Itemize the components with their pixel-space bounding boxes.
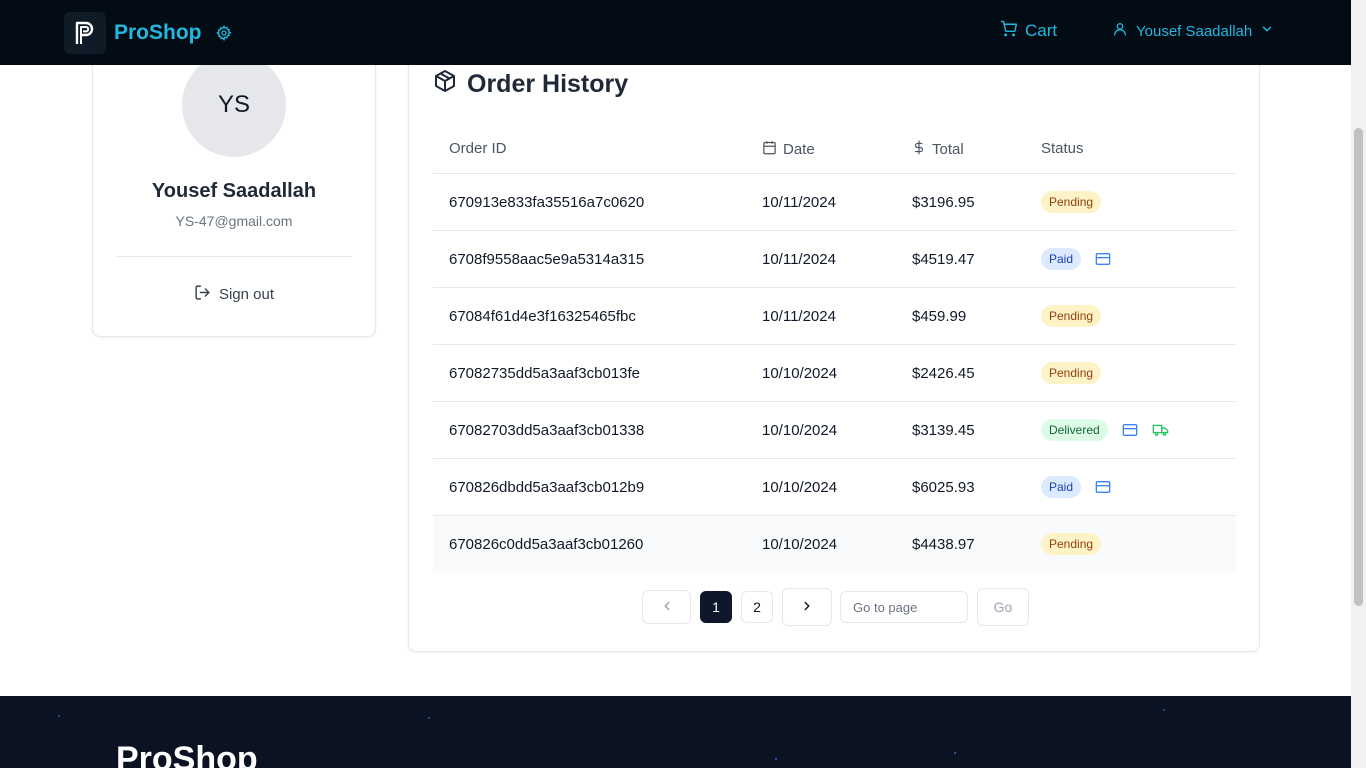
order-history-card: Order History Order ID Date Total Status…	[408, 40, 1260, 652]
order-total-cell: $3139.45	[912, 422, 975, 439]
truck-icon	[1152, 423, 1169, 437]
order-date-cell: 10/10/2024	[762, 365, 838, 382]
column-header-status: Status	[1041, 140, 1084, 157]
order-date-cell: 10/10/2024	[762, 536, 838, 553]
brand-name: ProShop	[114, 21, 202, 44]
profile-divider	[116, 256, 352, 257]
chevron-down-icon	[1260, 22, 1274, 40]
table-row[interactable]: 6708f9558aac5e9a5314a315 10/11/2024 $4519.…	[433, 231, 1236, 288]
order-id-cell[interactable]: 670826c0dd5a3aaf3cb01260	[449, 536, 643, 553]
status-badge: Paid	[1041, 476, 1082, 498]
order-status-cell: Pending	[1041, 533, 1102, 555]
footer-star-decoration	[954, 752, 956, 754]
page-scrollbar[interactable]	[1351, 0, 1366, 768]
footer-star-decoration	[428, 717, 430, 719]
order-id-cell[interactable]: 670826dbdd5a3aaf3cb012b9	[449, 479, 644, 496]
user-menu-dropdown[interactable]: Yousef Saadallah	[1112, 21, 1274, 41]
order-date-cell: 10/11/2024	[762, 194, 836, 211]
order-total-cell: $2426.45	[912, 365, 975, 382]
table-header-row: Order ID Date Total Status	[433, 121, 1236, 174]
shopping-cart-icon	[1000, 20, 1017, 42]
order-status-cell: Delivered	[1041, 419, 1169, 441]
table-row[interactable]: 670913e833fa35516a7c0620 10/11/2024 $3196.…	[433, 174, 1236, 231]
status-badge: Pending	[1041, 533, 1102, 555]
sign-out-button[interactable]: Sign out	[93, 284, 375, 305]
footer-star-decoration	[1163, 709, 1165, 711]
order-total-cell: $459.99	[912, 308, 967, 325]
footer-star-decoration	[58, 715, 60, 717]
order-status-cell: Paid	[1041, 248, 1111, 270]
page-title: Order History	[467, 70, 629, 98]
order-status-cell: Pending	[1041, 191, 1102, 213]
table-row[interactable]: 670826dbdd5a3aaf3cb012b9 10/10/2024 $6025.…	[433, 459, 1236, 516]
order-date-cell: 10/10/2024	[762, 479, 838, 496]
go-button[interactable]: Go	[977, 588, 1029, 626]
top-navbar: ProShop Cart Yousef Saadallah	[0, 0, 1351, 65]
package-icon	[433, 69, 457, 100]
orders-table: Order ID Date Total Status 670913e833fa3…	[433, 121, 1236, 573]
column-header-order-id: Order ID	[449, 140, 507, 157]
log-out-icon	[194, 284, 211, 305]
order-id-cell[interactable]: 67082703dd5a3aaf3cb01338	[449, 422, 644, 439]
status-badge: Delivered	[1041, 419, 1108, 441]
user-icon	[1112, 21, 1128, 41]
scrollbar-thumb[interactable]	[1354, 128, 1363, 606]
sign-out-label: Sign out	[218, 286, 275, 303]
footer-star-decoration	[775, 758, 777, 760]
dollar-sign-icon	[912, 140, 926, 159]
page-button-1[interactable]: 1	[700, 591, 732, 623]
order-total-cell: $6025.93	[912, 479, 975, 496]
order-date-cell: 10/11/2024	[762, 308, 836, 325]
order-id-cell[interactable]: 6708f9558aac5e9a5314a315	[449, 251, 644, 268]
cart-label: Cart	[1025, 21, 1058, 40]
page-button-2[interactable]: 2	[741, 591, 773, 623]
status-badge: Paid	[1041, 248, 1082, 270]
next-page-button[interactable]	[782, 588, 832, 626]
status-badge: Pending	[1041, 305, 1102, 327]
profile-name: Yousef Saadallah	[151, 180, 317, 202]
order-total-cell: $4438.97	[912, 536, 975, 553]
status-badge: Pending	[1041, 362, 1102, 384]
order-status-cell: Pending	[1041, 362, 1102, 384]
order-status-cell: Pending	[1041, 305, 1102, 327]
table-row[interactable]: 67082735dd5a3aaf3cb013fe 10/10/2024 $2426.…	[433, 345, 1236, 402]
order-history-heading: Order History	[433, 69, 628, 100]
chevron-left-icon	[660, 599, 674, 616]
order-date-cell: 10/10/2024	[762, 422, 838, 439]
order-id-cell[interactable]: 67082735dd5a3aaf3cb013fe	[449, 365, 640, 382]
brand-logo-icon	[64, 12, 106, 54]
cart-link[interactable]: Cart	[1000, 20, 1057, 42]
status-badge: Pending	[1041, 191, 1102, 213]
user-name-label: Yousef Saadallah	[1136, 22, 1253, 40]
footer-brand: ProShop	[116, 740, 258, 768]
table-row[interactable]: 67082703dd5a3aaf3cb01338 10/10/2024 $3139.…	[433, 402, 1236, 459]
order-id-cell[interactable]: 67084f61d4e3f16325465fbc	[449, 308, 636, 325]
credit-card-icon	[1095, 252, 1111, 266]
profile-card: YS Yousef Saadallah YS-47@gmail.com Sign…	[92, 40, 376, 337]
table-row[interactable]: 670826c0dd5a3aaf3cb01260 10/10/2024 $4438.…	[433, 516, 1236, 573]
chevron-right-icon	[800, 599, 814, 616]
calendar-icon	[762, 140, 777, 159]
order-date-cell: 10/11/2024	[762, 251, 836, 268]
go-to-page-input[interactable]	[840, 591, 968, 623]
order-total-cell: $4519.47	[912, 251, 975, 268]
credit-card-icon	[1095, 480, 1111, 494]
footer: ProShop	[0, 696, 1351, 768]
avatar: YS	[182, 53, 286, 157]
column-header-total: Total	[912, 140, 964, 159]
previous-page-button[interactable]	[642, 590, 691, 624]
order-total-cell: $3196.95	[912, 194, 975, 211]
profile-email: YS-47@gmail.com	[175, 213, 293, 229]
gear-icon	[215, 25, 232, 41]
column-header-date: Date	[762, 140, 815, 159]
order-id-cell[interactable]: 670913e833fa35516a7c0620	[449, 194, 644, 211]
order-status-cell: Paid	[1041, 476, 1111, 498]
pagination: 1 2 Go	[642, 588, 1029, 626]
credit-card-icon	[1122, 423, 1138, 437]
brand-link[interactable]: ProShop	[64, 12, 232, 54]
table-row[interactable]: 67084f61d4e3f16325465fbc 10/11/2024 $459.9…	[433, 288, 1236, 345]
